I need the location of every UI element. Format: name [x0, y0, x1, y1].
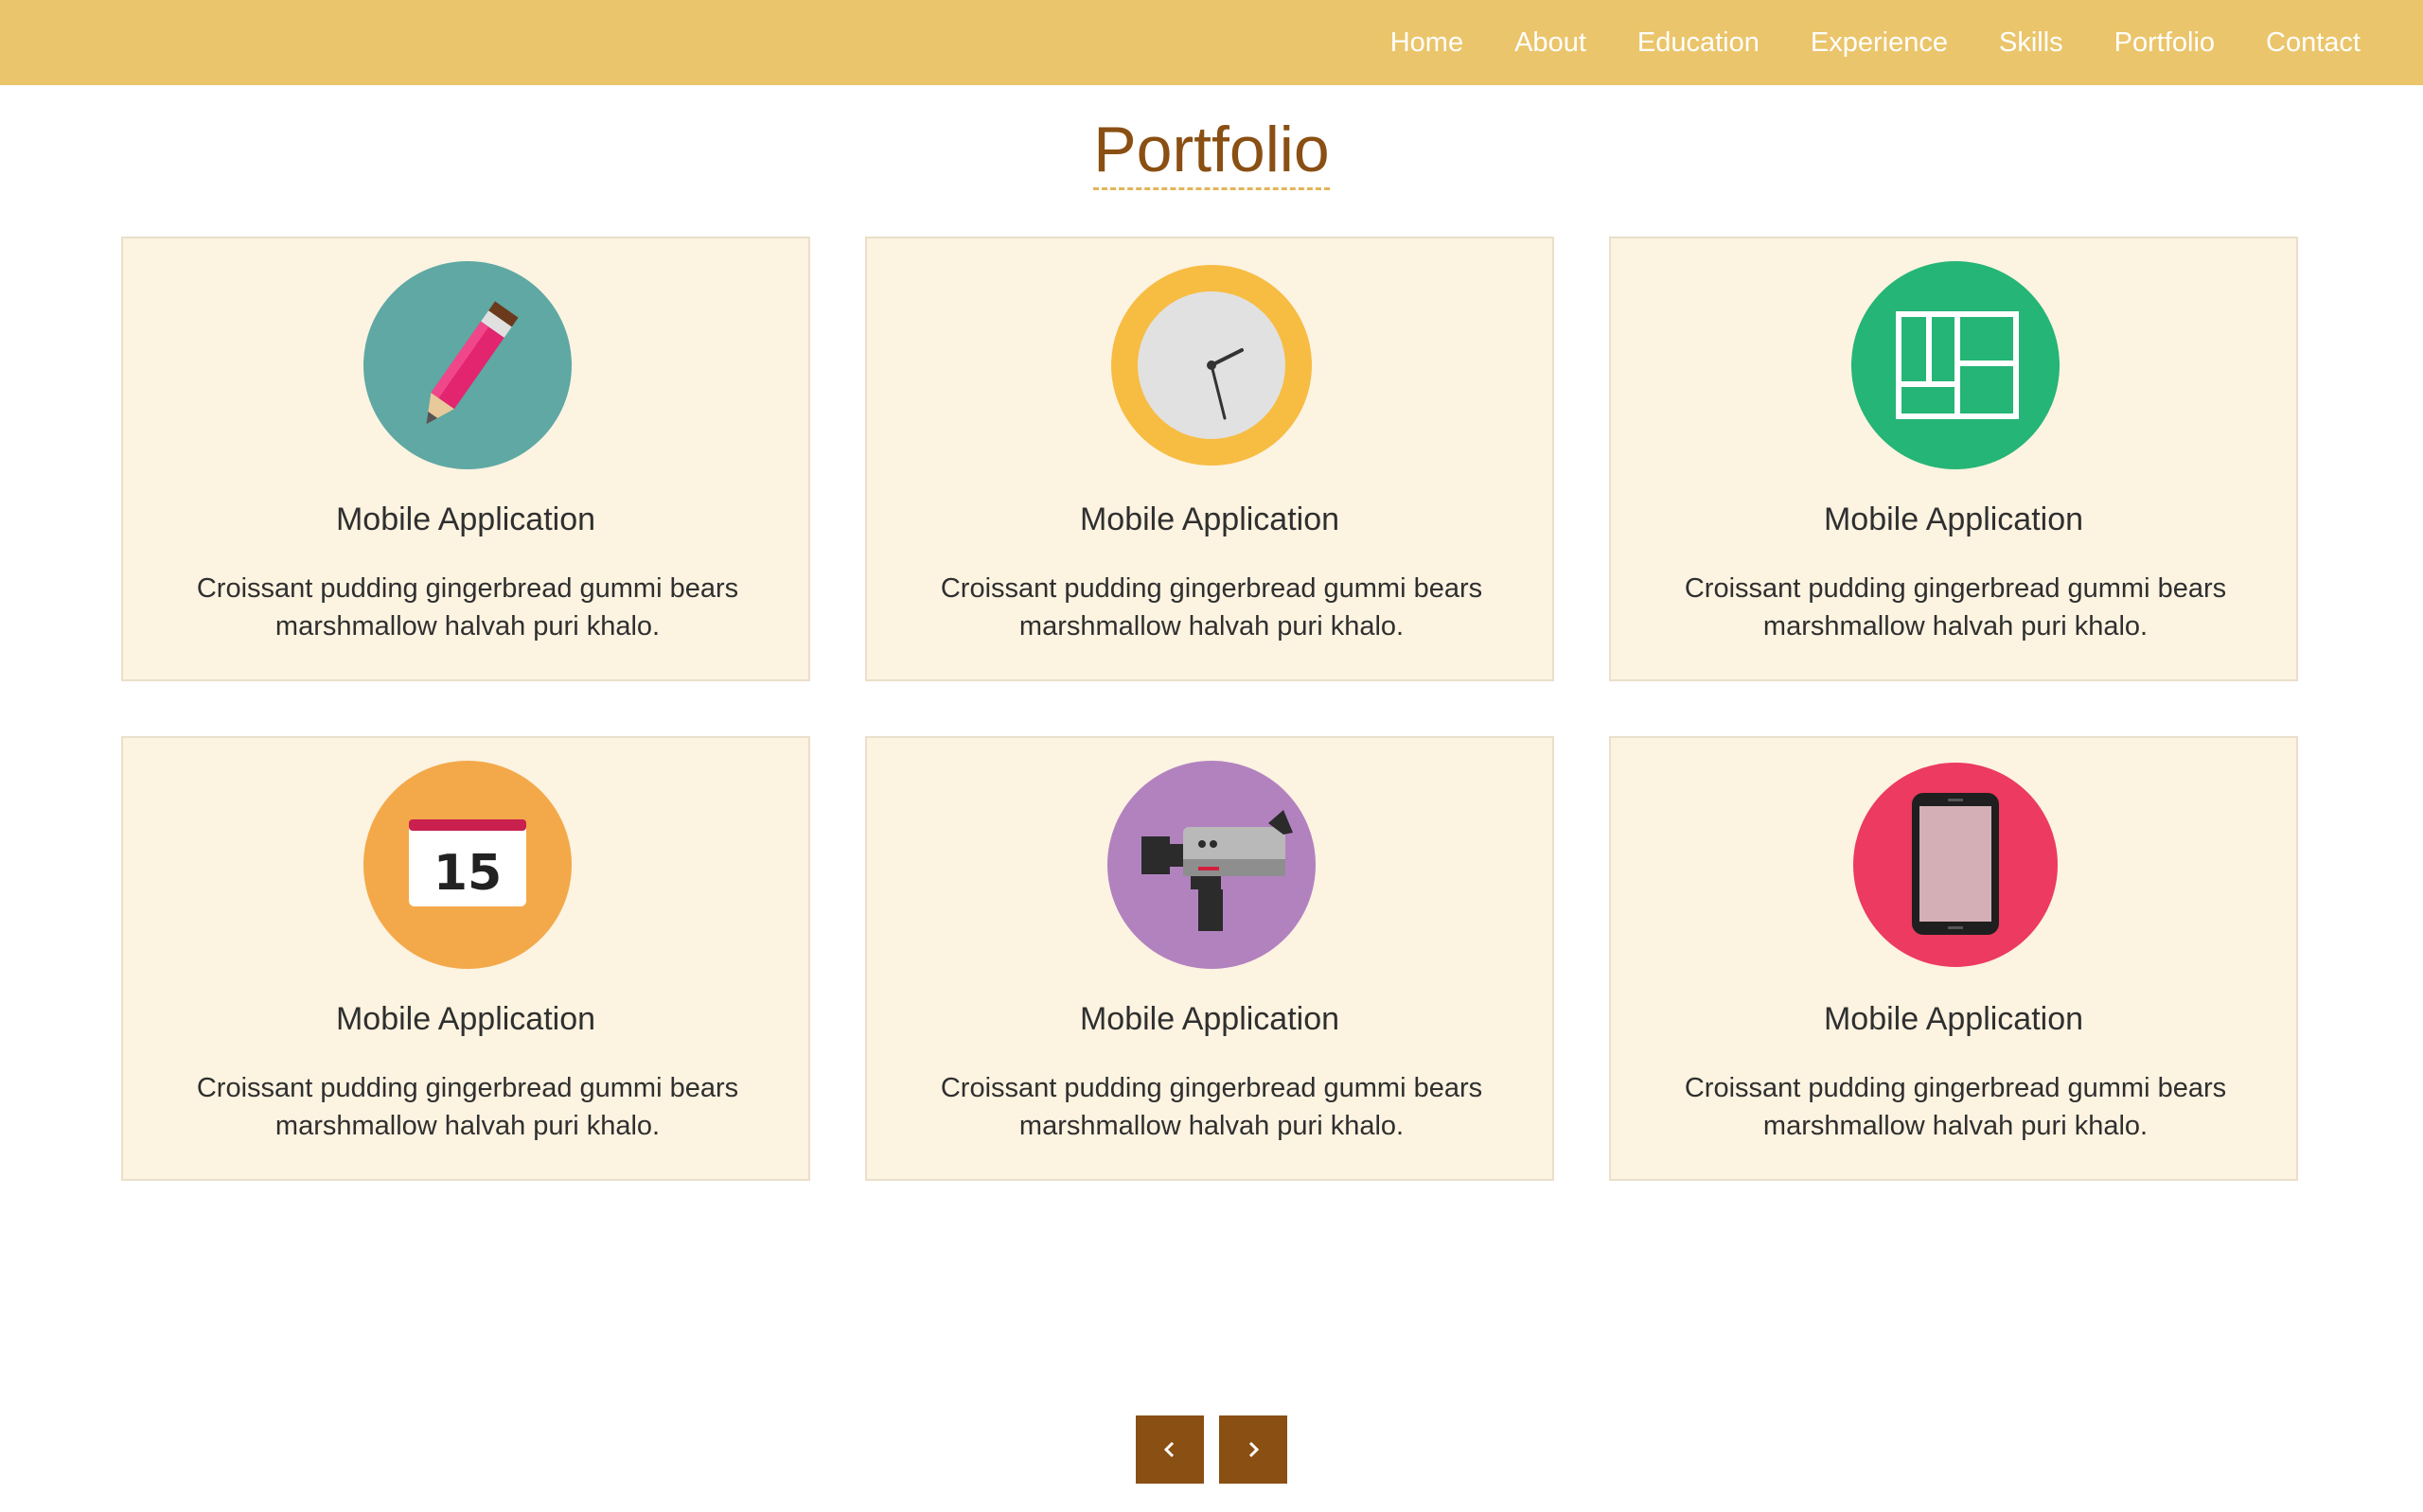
calendar-date: 15: [433, 845, 502, 902]
layout-icon: [1851, 261, 2060, 469]
nav-item-skills[interactable]: Skills: [1999, 27, 2063, 59]
nav-item-portfolio[interactable]: Portfolio: [2114, 27, 2215, 59]
nav-item-about[interactable]: About: [1514, 27, 1586, 59]
chevron-right-icon: [1248, 1441, 1260, 1458]
top-navbar: Home About Education Experience Skills P…: [0, 0, 2423, 85]
smartphone-icon: [1851, 761, 2060, 969]
portfolio-card[interactable]: Mobile Application Croissant pudding gin…: [865, 237, 1554, 681]
card-description: Croissant pudding gingerbread gummi bear…: [940, 1073, 1483, 1141]
chevron-left-icon: [1163, 1441, 1175, 1458]
card-description: Croissant pudding gingerbread gummi bear…: [196, 573, 739, 642]
clock-icon: [1107, 261, 1316, 469]
card-description: Croissant pudding gingerbread gummi bear…: [1684, 573, 2227, 642]
nav-item-home[interactable]: Home: [1390, 27, 1463, 59]
calendar-icon: 15: [363, 761, 572, 969]
card-description: Croissant pudding gingerbread gummi bear…: [940, 573, 1483, 642]
portfolio-card[interactable]: Mobile Application Croissant pudding gin…: [865, 736, 1554, 1181]
card-title: Mobile Application: [335, 1001, 596, 1037]
portfolio-card[interactable]: Mobile Application Croissant pudding gin…: [1609, 237, 2298, 681]
video-camera-icon: [1107, 761, 1316, 969]
section-heading: Portfolio: [0, 112, 2423, 190]
portfolio-card[interactable]: Mobile Application Croissant pudding gin…: [121, 237, 810, 681]
prev-button[interactable]: [1136, 1415, 1204, 1484]
portfolio-title: Portfolio: [1093, 112, 1330, 190]
card-title: Mobile Application: [1823, 1001, 2084, 1037]
next-button[interactable]: [1219, 1415, 1287, 1484]
nav-item-contact[interactable]: Contact: [2266, 27, 2361, 59]
card-title: Mobile Application: [1079, 501, 1340, 537]
nav-item-education[interactable]: Education: [1637, 27, 1760, 59]
card-description: Croissant pudding gingerbread gummi bear…: [1684, 1073, 2227, 1141]
portfolio-card[interactable]: 15 Mobile Application Croissant pudding …: [121, 736, 810, 1181]
portfolio-card[interactable]: Mobile Application Croissant pudding gin…: [1609, 736, 2298, 1181]
nav-menu: Home About Education Experience Skills P…: [1339, 0, 2361, 85]
card-title: Mobile Application: [1079, 1001, 1340, 1037]
card-title: Mobile Application: [335, 501, 596, 537]
pencil-icon: [363, 261, 572, 469]
card-description: Croissant pudding gingerbread gummi bear…: [196, 1073, 739, 1141]
card-title: Mobile Application: [1823, 501, 2084, 537]
nav-item-experience[interactable]: Experience: [1811, 27, 1948, 59]
